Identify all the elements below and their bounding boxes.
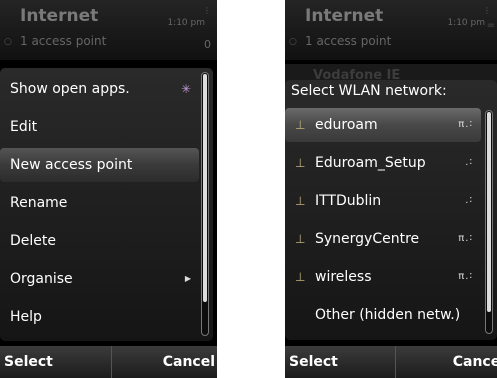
- left-phone-screen: Internet ○ 1 access point ⋮ 1:10 pm 0 Sh…: [0, 0, 217, 378]
- status-header: Internet ○ 1 access point ⋮ 1:10 pm =: [285, 0, 497, 60]
- menu-item-delete[interactable]: Delete: [0, 224, 199, 258]
- menu-item-help[interactable]: Help: [0, 300, 199, 334]
- select-softkey[interactable]: Select: [4, 346, 53, 378]
- app-subtitle: 1 access point: [20, 34, 107, 48]
- signal-icon: .∶: [465, 195, 473, 206]
- wlan-item-eduroam[interactable]: ⊥ eduroam π.∶: [285, 108, 481, 142]
- access-point-icon: ○: [4, 37, 12, 47]
- wlan-name: ITTDublin: [315, 193, 382, 209]
- wlan-scrollbar[interactable]: [485, 110, 493, 334]
- wlan-antenna-icon: ⊥: [295, 118, 306, 132]
- wlan-antenna-icon: ⊥: [295, 156, 306, 170]
- status-header: Internet ○ 1 access point ⋮ 1:10 pm 0: [0, 0, 217, 60]
- wlan-item-synergycentre[interactable]: ⊥ SynergyCentre π.∶: [285, 222, 481, 256]
- wlan-name: eduroam: [315, 117, 378, 133]
- menu-item-label: Show open apps.: [10, 81, 130, 97]
- scrollbar-thumb[interactable]: [487, 112, 491, 312]
- menu-item-rename[interactable]: Rename: [0, 186, 199, 220]
- wlan-antenna-icon: ⊥: [295, 232, 306, 246]
- signal-icon: .∶: [465, 157, 473, 168]
- submenu-arrow-icon: ▶: [184, 274, 191, 283]
- secured-signal-icon: π.∶: [458, 119, 473, 130]
- menu-item-organise[interactable]: Organise ▶: [0, 262, 199, 296]
- menu-item-label: Help: [10, 309, 42, 325]
- menu-item-label: Rename: [10, 195, 68, 211]
- wlan-name: wireless: [315, 269, 372, 285]
- menu-item-new-access-point[interactable]: New access point: [0, 148, 199, 182]
- wlan-item-ittdublin[interactable]: ⊥ ITTDublin .∶: [285, 184, 481, 218]
- wlan-item-wireless[interactable]: ⊥ wireless π.∶: [285, 260, 481, 294]
- softkey-bar: Select Cancel: [285, 346, 497, 378]
- wlan-selection-dialog: Select WLAN network: ⊥ eduroam π.∶ ⊥ Edu…: [285, 80, 497, 340]
- cancel-softkey[interactable]: Cancel: [453, 346, 497, 378]
- secured-signal-icon: π.∶: [458, 233, 473, 244]
- wlan-name: Other (hidden netw.): [315, 307, 461, 323]
- signal-icon: ⋮: [483, 6, 491, 15]
- item-count: 0: [204, 38, 211, 51]
- menu-item-label: Delete: [10, 233, 56, 249]
- wlan-name: Eduroam_Setup: [315, 155, 426, 171]
- menu-item-show-open-apps[interactable]: Show open apps. ✳: [0, 72, 199, 106]
- softkey-divider: [395, 346, 396, 378]
- cancel-softkey[interactable]: Cancel: [163, 346, 215, 378]
- menu-item-label: Organise: [10, 271, 73, 287]
- softkey-divider: [111, 346, 112, 378]
- access-point-icon: ○: [289, 37, 297, 47]
- wlan-antenna-icon: ⊥: [295, 270, 306, 284]
- wlan-antenna-icon: ⊥: [295, 194, 306, 208]
- scrollbar-thumb[interactable]: [203, 74, 207, 302]
- options-menu: Show open apps. ✳ Edit New access point …: [0, 68, 213, 341]
- menu-item-edit[interactable]: Edit: [0, 110, 199, 144]
- wlan-name: SynergyCentre: [315, 231, 420, 247]
- app-title: Internet: [20, 6, 99, 26]
- menu-scrollbar[interactable]: [201, 72, 209, 336]
- right-phone-screen: Internet ○ 1 access point ⋮ 1:10 pm = Vo…: [285, 0, 497, 378]
- ok-star-icon: ✳: [180, 82, 191, 96]
- softkey-bar: Select Cancel: [0, 346, 217, 378]
- signal-icon: ⋮: [203, 6, 211, 15]
- app-title: Internet: [305, 6, 384, 26]
- menu-item-label: New access point: [10, 157, 133, 173]
- menu-item-label: Edit: [10, 119, 38, 135]
- clock: 1:10 pm: [447, 18, 485, 28]
- menu-handle-icon: =: [486, 20, 495, 31]
- secured-signal-icon: π.∶: [458, 271, 473, 282]
- dialog-title: Select WLAN network:: [291, 83, 447, 99]
- wlan-item-eduroam-setup[interactable]: ⊥ Eduroam_Setup .∶: [285, 146, 481, 180]
- clock: 1:10 pm: [167, 18, 205, 28]
- app-subtitle: 1 access point: [305, 34, 392, 48]
- select-softkey[interactable]: Select: [289, 346, 338, 378]
- wlan-item-other-hidden[interactable]: Other (hidden netw.): [285, 298, 481, 332]
